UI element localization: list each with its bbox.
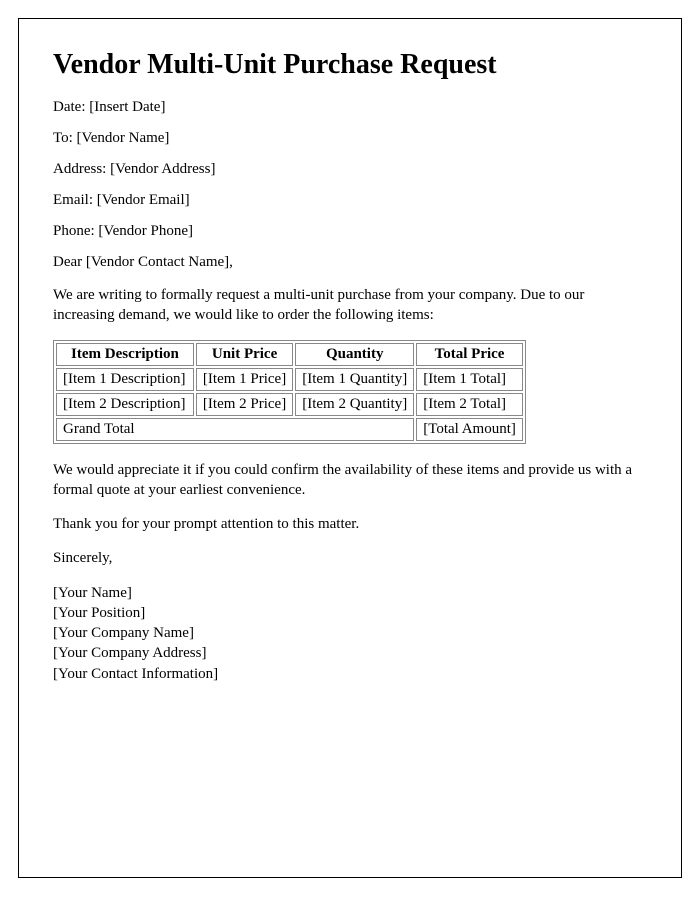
cell-unit: [Item 1 Price] [196, 368, 293, 391]
thanks-paragraph: Thank you for your prompt attention to t… [53, 514, 647, 534]
email-value: [Vendor Email] [97, 192, 190, 208]
phone-line: Phone: [Vendor Phone] [53, 223, 647, 240]
grand-total-label: Grand Total [56, 418, 414, 441]
cell-desc: [Item 1 Description] [56, 368, 194, 391]
items-table: Item Description Unit Price Quantity Tot… [53, 340, 526, 444]
cell-total: [Item 2 Total] [416, 393, 523, 416]
col-desc: Item Description [56, 343, 194, 366]
intro-paragraph: We are writing to formally request a mul… [53, 285, 647, 326]
to-line: To: [Vendor Name] [53, 130, 647, 147]
email-label: Email: [53, 192, 93, 208]
sig-contact: [Your Contact Information] [53, 664, 647, 684]
address-value: [Vendor Address] [110, 161, 215, 177]
table-row: [Item 2 Description] [Item 2 Price] [Ite… [56, 393, 523, 416]
signature-block: [Your Name] [Your Position] [Your Compan… [53, 583, 647, 684]
col-qty: Quantity [295, 343, 414, 366]
address-label: Address: [53, 161, 106, 177]
date-label: Date: [53, 99, 85, 115]
cell-desc: [Item 2 Description] [56, 393, 194, 416]
address-line: Address: [Vendor Address] [53, 161, 647, 178]
sig-address: [Your Company Address] [53, 643, 647, 663]
cell-total: [Item 1 Total] [416, 368, 523, 391]
cell-qty: [Item 2 Quantity] [295, 393, 414, 416]
date-value: [Insert Date] [89, 99, 165, 115]
col-total: Total Price [416, 343, 523, 366]
to-label: To: [53, 130, 73, 146]
grand-total-row: Grand Total [Total Amount] [56, 418, 523, 441]
followup-paragraph: We would appreciate it if you could conf… [53, 460, 647, 501]
sig-name: [Your Name] [53, 583, 647, 603]
closing: Sincerely, [53, 548, 647, 568]
table-header-row: Item Description Unit Price Quantity Tot… [56, 343, 523, 366]
date-line: Date: [Insert Date] [53, 99, 647, 116]
sig-company: [Your Company Name] [53, 623, 647, 643]
sig-position: [Your Position] [53, 603, 647, 623]
email-line: Email: [Vendor Email] [53, 192, 647, 209]
grand-total-value: [Total Amount] [416, 418, 523, 441]
page-title: Vendor Multi-Unit Purchase Request [53, 49, 647, 81]
salutation: Dear [Vendor Contact Name], [53, 254, 647, 271]
cell-qty: [Item 1 Quantity] [295, 368, 414, 391]
to-value: [Vendor Name] [77, 130, 170, 146]
table-row: [Item 1 Description] [Item 1 Price] [Ite… [56, 368, 523, 391]
document-page: Vendor Multi-Unit Purchase Request Date:… [18, 18, 682, 878]
phone-value: [Vendor Phone] [98, 223, 193, 239]
phone-label: Phone: [53, 223, 95, 239]
col-unit: Unit Price [196, 343, 293, 366]
cell-unit: [Item 2 Price] [196, 393, 293, 416]
